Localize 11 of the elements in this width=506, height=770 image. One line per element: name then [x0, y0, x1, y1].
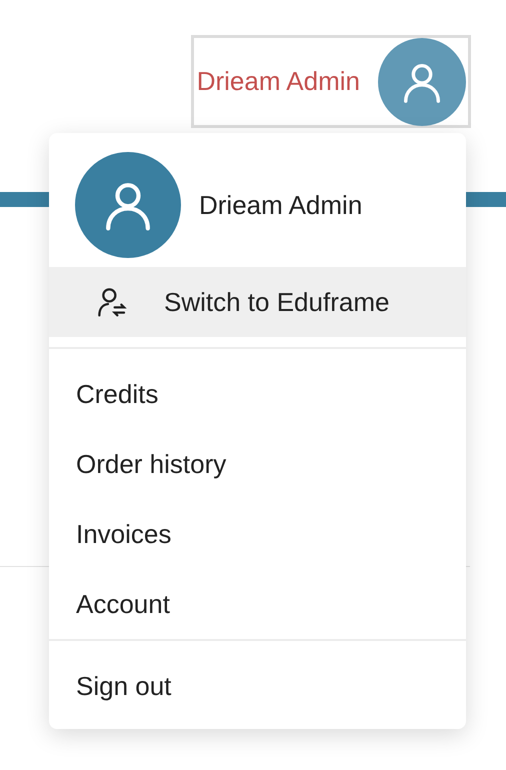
- user-name: Drieam Admin: [199, 190, 362, 220]
- avatar-icon: [378, 38, 466, 126]
- menu-item[interactable]: Order history: [49, 429, 466, 499]
- menu-item[interactable]: Credits: [49, 359, 466, 429]
- menu-item[interactable]: Invoices: [49, 499, 466, 569]
- menu-item[interactable]: Sign out: [49, 651, 466, 721]
- menu-item[interactable]: Account: [49, 569, 466, 639]
- menu-item-label: Switch to Eduframe: [164, 286, 390, 318]
- user-switch-icon: [96, 286, 128, 318]
- account-button[interactable]: Drieam Admin: [190, 35, 471, 128]
- switch-account-item[interactable]: Switch to Eduframe: [49, 267, 466, 337]
